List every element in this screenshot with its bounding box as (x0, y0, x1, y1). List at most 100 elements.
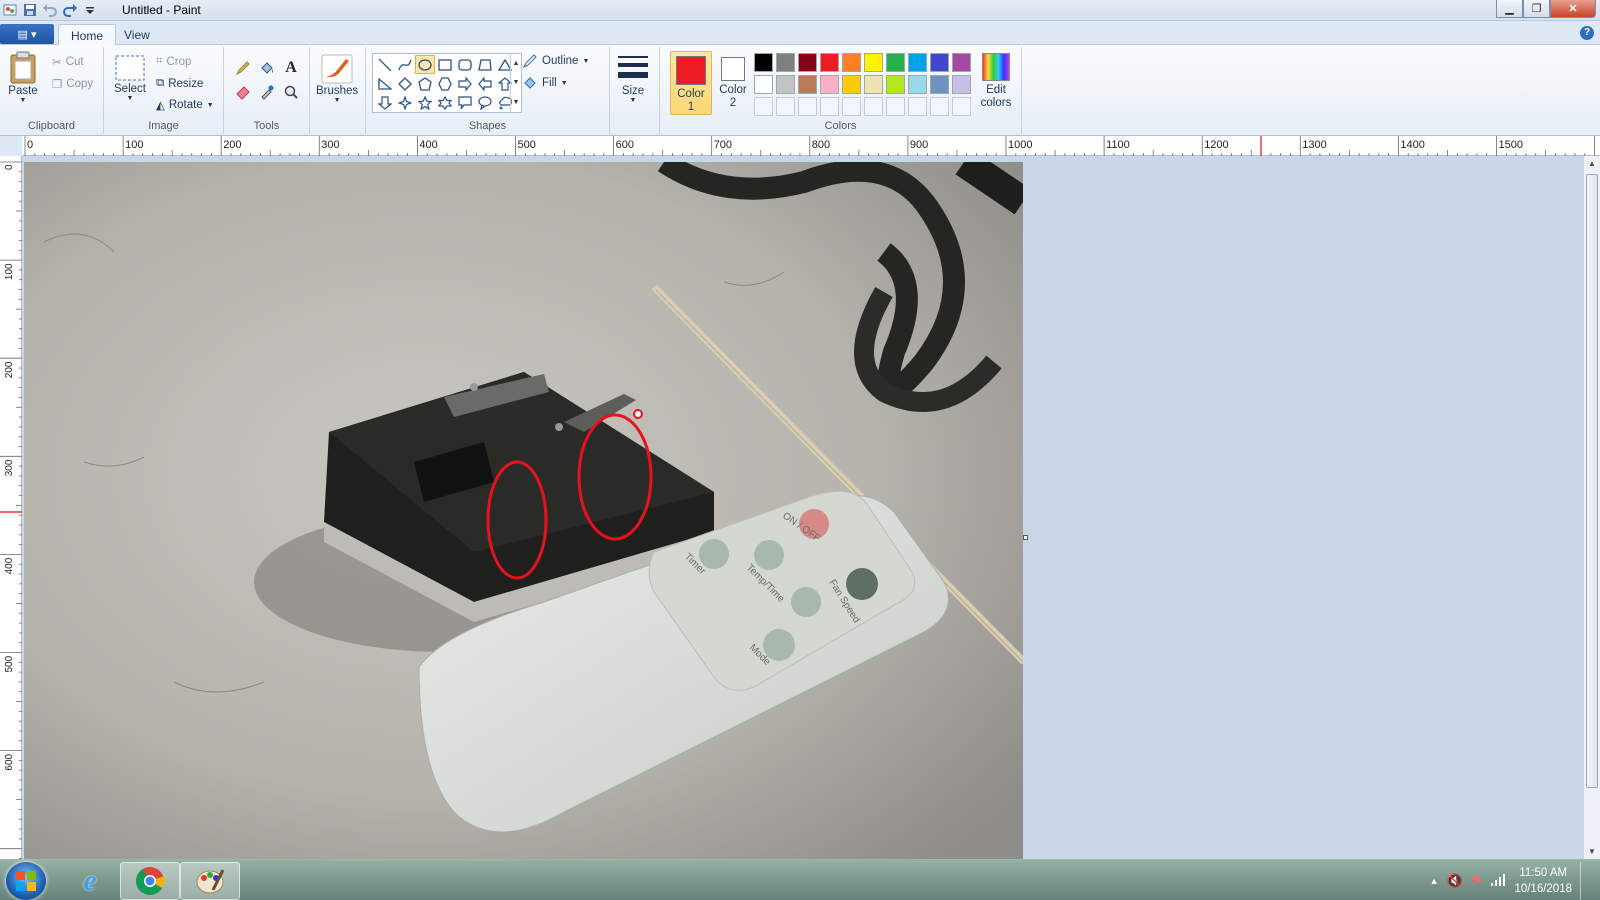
magnifier-icon[interactable] (280, 81, 302, 103)
shapes-scroll[interactable]: ▲ ▼ ▼ (510, 54, 521, 112)
drawing-canvas[interactable]: ON / OFF Timer Temp/Time Fan Speed Mode (24, 162, 1023, 859)
rect-callout-shape-icon[interactable] (455, 93, 475, 112)
minimize-button[interactable]: ▁ (1496, 0, 1523, 18)
palette-color-r2-7[interactable] (908, 75, 927, 94)
palette-color-r1-1[interactable] (776, 53, 795, 72)
customize-qat-icon[interactable] (82, 2, 98, 18)
size-button[interactable]: Size ▼ (616, 53, 650, 104)
palette-color-r1-5[interactable] (864, 53, 883, 72)
palette-custom-slot[interactable] (820, 97, 839, 116)
rounded-rectangle-shape-icon[interactable] (455, 55, 475, 74)
shapes-expand-icon[interactable]: ▼ (513, 99, 520, 106)
palette-custom-slot[interactable] (886, 97, 905, 116)
select-button[interactable]: Select ▼ (114, 53, 146, 102)
four-point-star-shape-icon[interactable] (395, 93, 415, 112)
fill-bucket-icon[interactable] (256, 57, 278, 79)
palette-color-r2-5[interactable] (864, 75, 883, 94)
palette-custom-slot[interactable] (754, 97, 773, 116)
resize-button[interactable]: ⧉ Resize (156, 77, 203, 90)
palette-custom-slot[interactable] (908, 97, 927, 116)
color2-button[interactable]: Color 2 (712, 51, 754, 115)
polygon-shape-icon[interactable] (475, 55, 495, 74)
five-point-star-shape-icon[interactable] (415, 93, 435, 112)
palette-custom-slot[interactable] (776, 97, 795, 116)
palette-custom-slot[interactable] (930, 97, 949, 116)
palette-custom-slot[interactable] (952, 97, 971, 116)
palette-custom-slot[interactable] (842, 97, 861, 116)
restore-button[interactable]: ❐ (1523, 0, 1550, 18)
left-arrow-shape-icon[interactable] (475, 74, 495, 93)
palette-color-r1-9[interactable] (952, 53, 971, 72)
show-desktop-button[interactable] (1580, 862, 1592, 900)
palette-color-r2-6[interactable] (886, 75, 905, 94)
close-button[interactable]: ✕ (1550, 0, 1596, 18)
color-picker-icon[interactable] (256, 81, 278, 103)
copy-button[interactable]: ❐ Copy (52, 77, 93, 91)
action-center-icon[interactable]: ⚑ (1471, 873, 1483, 889)
vertical-scrollbar[interactable]: ▲ ▼ (1583, 156, 1600, 859)
eraser-icon[interactable] (232, 81, 254, 103)
rectangle-shape-icon[interactable] (435, 55, 455, 74)
palette-color-r1-6[interactable] (886, 53, 905, 72)
palette-color-r2-8[interactable] (930, 75, 949, 94)
network-icon[interactable] (1490, 873, 1506, 890)
palette-color-r1-4[interactable] (842, 53, 861, 72)
help-icon[interactable]: ? (1580, 26, 1594, 40)
down-arrow-shape-icon[interactable] (375, 93, 395, 112)
oval-callout-shape-icon[interactable] (475, 93, 495, 112)
start-button[interactable] (6, 862, 46, 900)
clock[interactable]: 11:50 AM 10/16/2018 (1514, 865, 1572, 897)
tab-home[interactable]: Home (58, 24, 117, 46)
canvas-resize-handle[interactable] (1023, 535, 1028, 540)
six-point-star-shape-icon[interactable] (435, 93, 455, 112)
color1-button[interactable]: Color 1 (670, 51, 712, 115)
taskbar-chrome[interactable] (120, 862, 180, 900)
pencil-icon[interactable] (232, 57, 254, 79)
crop-button[interactable]: ⌗ Crop (156, 55, 191, 68)
palette-color-r1-2[interactable] (798, 53, 817, 72)
volume-muted-icon[interactable]: 🔇 (1447, 873, 1463, 889)
tab-view[interactable]: View (112, 24, 162, 46)
paint-menu-button[interactable]: ▤ ▾ (0, 24, 54, 44)
palette-color-r2-0[interactable] (754, 75, 773, 94)
show-hidden-icons-icon[interactable]: ▲ (1430, 876, 1439, 886)
palette-color-r1-3[interactable] (820, 53, 839, 72)
palette-color-r1-7[interactable] (908, 53, 927, 72)
palette-color-r2-1[interactable] (776, 75, 795, 94)
text-tool-icon[interactable]: A (280, 57, 302, 79)
palette-color-r2-3[interactable] (820, 75, 839, 94)
cut-button[interactable]: ✂ Cut (52, 55, 84, 69)
palette-color-r1-0[interactable] (754, 53, 773, 72)
palette-color-r2-9[interactable] (952, 75, 971, 94)
shape-resize-handle[interactable] (633, 409, 643, 419)
palette-custom-slot[interactable] (864, 97, 883, 116)
scroll-down-icon[interactable]: ▼ (1588, 847, 1596, 856)
redo-icon[interactable] (62, 2, 78, 18)
pentagon-shape-icon[interactable] (415, 74, 435, 93)
oval-shape-icon[interactable] (415, 55, 435, 74)
brushes-button[interactable]: Brushes ▼ (316, 53, 358, 104)
taskbar-paint[interactable] (180, 862, 240, 900)
palette-color-r2-4[interactable] (842, 75, 861, 94)
hexagon-shape-icon[interactable] (435, 74, 455, 93)
palette-color-r2-2[interactable] (798, 75, 817, 94)
line-shape-icon[interactable] (375, 55, 395, 74)
shapes-scroll-down-icon[interactable]: ▼ (513, 79, 520, 86)
shapes-scroll-up-icon[interactable]: ▲ (513, 60, 520, 67)
right-arrow-shape-icon[interactable] (455, 74, 475, 93)
rotate-button[interactable]: ◭ Rotate ▼ (156, 98, 214, 112)
palette-custom-slot[interactable] (798, 97, 817, 116)
curve-shape-icon[interactable] (395, 55, 415, 74)
undo-icon[interactable] (42, 2, 58, 18)
edit-colors-button[interactable]: Edit colors (976, 53, 1016, 110)
diamond-shape-icon[interactable] (395, 74, 415, 93)
right-triangle-shape-icon[interactable] (375, 74, 395, 93)
paste-button[interactable]: Paste ▼ (8, 51, 38, 104)
paint-app-icon[interactable] (2, 2, 18, 18)
save-icon[interactable] (22, 2, 38, 18)
taskbar-internet-explorer[interactable]: e (60, 862, 120, 900)
scrollbar-thumb[interactable] (1586, 174, 1598, 788)
scroll-up-icon[interactable]: ▲ (1588, 159, 1596, 168)
palette-color-r1-8[interactable] (930, 53, 949, 72)
outline-button[interactable]: Outline ▼ (522, 53, 589, 69)
